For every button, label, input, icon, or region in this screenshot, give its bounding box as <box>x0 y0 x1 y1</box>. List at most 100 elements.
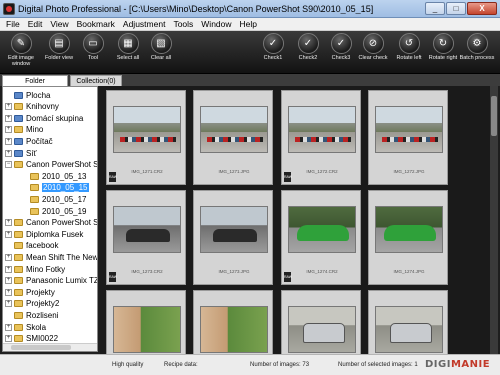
thumbnail-card[interactable] <box>368 290 448 354</box>
tree-node[interactable]: + Projekty2 <box>5 299 59 309</box>
tree-node[interactable]: + Mino <box>5 125 43 135</box>
expand-icon[interactable]: + <box>5 126 12 134</box>
tree-node[interactable]: facebook <box>5 241 58 251</box>
collapse-icon[interactable]: − <box>5 161 12 169</box>
status-bar: High quality Recipe data: Number of imag… <box>0 354 500 375</box>
thumbnail-card[interactable]: IMG_1273.JPG <box>193 190 273 285</box>
thumbnail-card[interactable]: IMG_1271.JPG <box>193 90 273 185</box>
thumbnail-filename: IMG_1274.JPG <box>393 269 425 274</box>
tree-node-label: Počítač <box>26 136 53 146</box>
tree-node-label: Knihovny <box>26 102 59 112</box>
thumbnail-card[interactable]: IMG_1272.JPG <box>368 90 448 185</box>
tree-spacer <box>21 207 28 215</box>
expand-icon[interactable]: + <box>5 288 12 296</box>
thumbnail-scroll-thumb[interactable] <box>491 96 497 136</box>
close-button[interactable]: X <box>467 2 497 15</box>
tree-node-label: Skola <box>26 322 47 332</box>
tree-node[interactable]: + Domácí skupina <box>5 113 83 123</box>
tree-node[interactable]: − Canon PowerShot S90 <box>5 160 97 170</box>
window-controls: _ □ X <box>425 2 497 15</box>
tree-node[interactable]: + Projekty <box>5 287 55 297</box>
thumbnail-card[interactable]: IMG_1274.CR2 RAW <box>281 190 361 285</box>
tree-node[interactable]: + Síť <box>5 148 37 158</box>
menu-tools[interactable]: Tools <box>169 19 197 29</box>
menu-window[interactable]: Window <box>197 19 235 29</box>
menu-bookmark[interactable]: Bookmark <box>73 19 119 29</box>
thumbnail-image <box>200 106 268 153</box>
folder-icon <box>14 335 23 343</box>
tree-node[interactable]: + Mino Fotky <box>5 264 65 274</box>
tab-folder[interactable]: Folder <box>2 75 68 86</box>
expand-icon[interactable]: + <box>5 300 12 308</box>
menu-file[interactable]: File <box>2 19 24 29</box>
tab-collection[interactable]: Collection(0) <box>70 75 122 86</box>
menu-view[interactable]: View <box>46 19 72 29</box>
toolbar: ✎ Edit image window ▤ Folder view ▭ Tool ▦ Sele… <box>0 31 500 74</box>
tree-node[interactable]: + Knihovny <box>5 102 59 112</box>
folder-icon <box>14 161 23 169</box>
expand-icon[interactable]: + <box>5 277 12 285</box>
thumbnail-filename: IMG_1273.JPG <box>218 269 250 274</box>
title-bar: Digital Photo Professional - [C:\Users\M… <box>0 0 500 18</box>
tree-horizontal-scrollbar[interactable] <box>3 343 97 351</box>
tree-node-label: Mean Shift The New <box>26 252 98 262</box>
expand-icon[interactable]: + <box>5 335 12 343</box>
clear-check-icon: ⊘ <box>362 33 384 54</box>
maximize-button[interactable]: □ <box>446 2 466 15</box>
tree-node[interactable]: Plocha <box>5 90 50 100</box>
rotate-left-icon: ↺ <box>398 33 420 54</box>
watermark-right: MANIE <box>450 359 491 370</box>
expand-icon[interactable]: + <box>5 323 12 331</box>
window-title: Digital Photo Professional - [C:\Users\M… <box>18 3 374 14</box>
folder-icon <box>14 288 23 296</box>
folder-view-icon: ▤ <box>48 33 70 54</box>
thumbnail-card[interactable]: IMG_1274.JPG <box>368 190 448 285</box>
tree-node[interactable]: + SMI0022 <box>5 334 58 344</box>
expand-icon[interactable]: + <box>5 219 12 227</box>
expand-icon[interactable]: + <box>5 230 12 238</box>
expand-icon[interactable]: + <box>5 265 12 273</box>
expand-icon[interactable]: + <box>5 149 12 157</box>
thumbnail-filename: IMG_1272.JPG <box>393 169 425 174</box>
thumbnail-card[interactable]: RAW <box>106 290 186 354</box>
tree-scroll-thumb[interactable] <box>11 345 71 350</box>
thumbnail-grid: IMG_1271.CR2 RAW IMG_1271.JPG IMG_1272.CR2 R… <box>100 86 490 354</box>
thumbnail-image <box>288 106 356 153</box>
thumbnail-card[interactable] <box>193 290 273 354</box>
tree-node[interactable]: 2010_05_13 <box>21 171 87 181</box>
expand-icon[interactable]: + <box>5 137 12 145</box>
tree-node[interactable]: + Mean Shift The New <box>5 252 98 262</box>
minimize-button[interactable]: _ <box>425 2 445 15</box>
toolbar-button-label: Batch process <box>459 55 495 61</box>
menu-adjustment[interactable]: Adjustment <box>119 19 170 29</box>
folder-icon <box>14 219 23 227</box>
tree-node[interactable]: 2010_05_17 <box>21 194 87 204</box>
thumbnail-card[interactable]: IMG_1271.CR2 RAW <box>106 90 186 185</box>
tree-node[interactable]: + Canon PowerShot SX <box>5 218 98 228</box>
tree-node[interactable]: + Panasonic Lumix TZ3 <box>5 276 97 286</box>
tree-node[interactable]: 2010_05_19 <box>21 206 87 216</box>
expand-icon[interactable]: + <box>5 114 12 122</box>
tree-spacer <box>21 195 28 203</box>
tree-node[interactable]: Rozliseni <box>5 310 58 320</box>
tree-node-label: 2010_05_15 <box>42 183 89 193</box>
thumbnail-image <box>113 206 181 253</box>
menu-help[interactable]: Help <box>236 19 261 29</box>
thumbnail-card[interactable]: RAW <box>281 290 361 354</box>
thumbnail-vertical-scrollbar[interactable] <box>490 86 498 354</box>
expand-icon[interactable]: + <box>5 253 12 261</box>
thumbnail-image <box>113 106 181 153</box>
toolbar-button-clear-all[interactable]: ▧ Clear all <box>139 33 183 61</box>
tree-node[interactable]: + Diplomka Fusek <box>5 229 83 239</box>
thumbnail-card[interactable]: IMG_1272.CR2 RAW <box>281 90 361 185</box>
tree-node[interactable]: 2010_05_15 <box>21 183 89 193</box>
menu-edit[interactable]: Edit <box>24 19 47 29</box>
toolbar-button-batch-process[interactable]: ⚙ Batch process <box>455 33 499 61</box>
tree-spacer <box>21 172 28 180</box>
folder-icon <box>30 195 39 203</box>
tree-node-label: Canon PowerShot SX <box>26 218 98 228</box>
thumbnail-card[interactable]: IMG_1273.CR2 RAW <box>106 190 186 285</box>
tree-node[interactable]: + Skola <box>5 322 46 332</box>
tree-node[interactable]: + Počítač <box>5 136 53 146</box>
expand-icon[interactable]: + <box>5 103 12 111</box>
